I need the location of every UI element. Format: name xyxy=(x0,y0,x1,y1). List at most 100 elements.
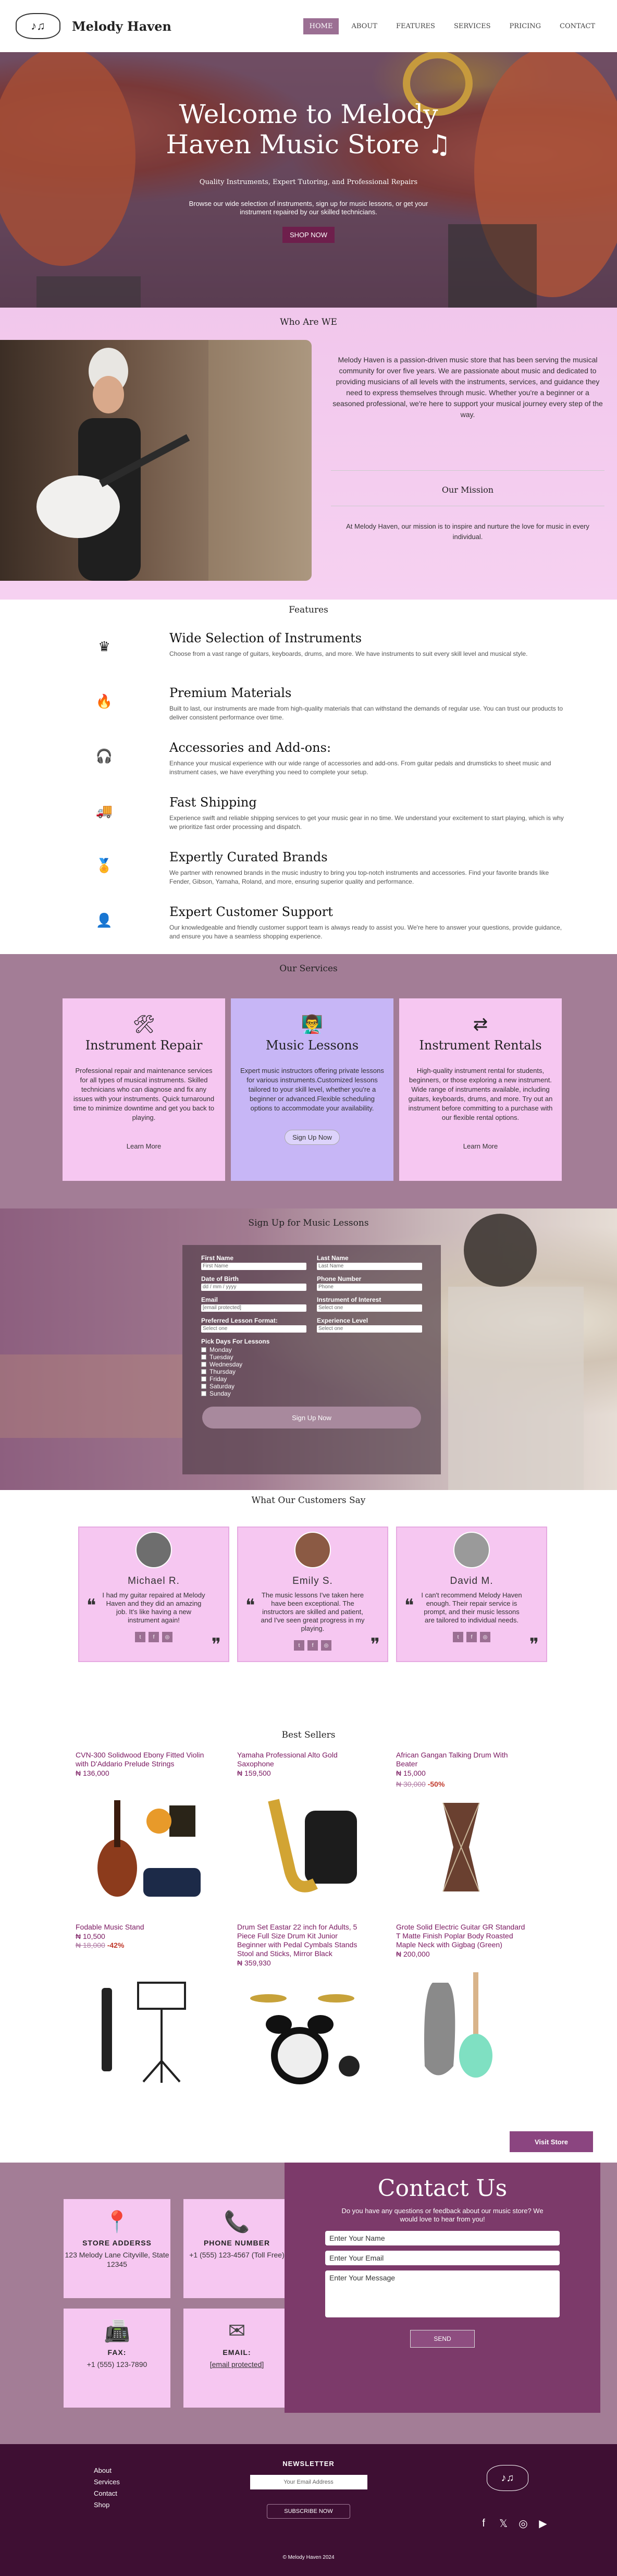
name-input[interactable]: Enter Your Name xyxy=(325,2231,560,2245)
subscribe-button[interactable]: SUBSCRIBE NOW xyxy=(267,2504,350,2519)
brand[interactable]: ♪♫ Melody Haven xyxy=(16,13,171,39)
product-card[interactable]: CVN-300 Solidwood Ebony Fitted Violin wi… xyxy=(76,1751,206,1897)
price-old: ₦ 18,000 xyxy=(76,1941,105,1949)
nav-home[interactable]: HOME xyxy=(303,18,339,34)
feature-text: Choose from a vast range of guitars, key… xyxy=(169,650,528,657)
instagram-icon[interactable]: ◎ xyxy=(517,2517,529,2530)
day-checkbox[interactable] xyxy=(201,1369,206,1374)
feature-title: Expertly Curated Brands xyxy=(169,850,328,864)
lesson-signup-form: First Name First Name Last Name Last Name … xyxy=(182,1245,441,1474)
learn-more-button[interactable]: Learn More xyxy=(119,1139,168,1153)
service-text: High-quality instrument rental for stude… xyxy=(408,1067,553,1121)
visit-store-button[interactable]: Visit Store xyxy=(510,2131,593,2152)
x-twitter-icon[interactable]: 𝕏 xyxy=(497,2517,510,2530)
instagram-icon[interactable]: ◎ xyxy=(480,1632,490,1642)
drum-set-image[interactable] xyxy=(237,1975,367,2095)
social-links: t f ◎ xyxy=(238,1640,387,1651)
level-select[interactable]: Select one xyxy=(317,1325,422,1333)
nav-services[interactable]: SERVICES xyxy=(448,18,497,34)
last-name-input[interactable]: Last Name xyxy=(317,1263,422,1270)
saxophone-image[interactable] xyxy=(237,1787,367,1907)
first-name-label: First Name xyxy=(201,1254,234,1262)
day-checkbox[interactable] xyxy=(201,1347,206,1352)
learn-more-button[interactable]: Learn More xyxy=(456,1139,505,1153)
phone-text[interactable]: +1 (555) 123-4567 (Toll Free) xyxy=(183,2250,290,2260)
testimonial-card: Michael R. ❝ I had my guitar repaired at… xyxy=(78,1527,229,1662)
product-title[interactable]: Grote Solid Electric Guitar GR Standard … xyxy=(396,1923,526,1949)
product-title[interactable]: African Gangan Talking Drum With Beater xyxy=(396,1751,526,1768)
electric-guitar-image[interactable] xyxy=(396,1964,526,2084)
email-input[interactable]: Enter Your Email xyxy=(325,2251,560,2265)
fax-icon: 📠 xyxy=(104,2320,130,2343)
sign-up-button[interactable]: Sign Up Now xyxy=(202,1407,421,1429)
sign-up-now-button[interactable]: Sign Up Now xyxy=(285,1130,340,1145)
product-card[interactable]: Grote Solid Electric Guitar GR Standard … xyxy=(396,1923,526,2078)
instrument-select[interactable]: Select one xyxy=(317,1304,422,1312)
violin-image[interactable] xyxy=(76,1787,206,1907)
talking-drum-image[interactable] xyxy=(396,1787,526,1907)
nav-about[interactable]: ABOUT xyxy=(345,18,383,34)
facebook-icon[interactable]: f xyxy=(149,1632,159,1642)
product-title[interactable]: CVN-300 Solidwood Ebony Fitted Violin wi… xyxy=(76,1751,206,1768)
day-checkbox[interactable] xyxy=(201,1362,206,1367)
teacher-icon: 👨‍🏫 xyxy=(301,1015,324,1034)
footer-social-links: f 𝕏 ◎ ▶ xyxy=(477,2517,549,2530)
day-label: Saturday xyxy=(209,1383,235,1390)
day-checkbox[interactable] xyxy=(201,1391,206,1396)
discount-badge: -42% xyxy=(107,1941,125,1949)
shop-now-button[interactable]: SHOP NOW xyxy=(282,227,335,243)
day-checkbox[interactable] xyxy=(201,1354,206,1360)
user-check-icon: 👤 xyxy=(95,912,113,928)
who-text: Melody Haven is a passion-driven music s… xyxy=(332,356,603,419)
facebook-icon[interactable]: f xyxy=(477,2517,490,2530)
service-title: Instrument Rentals xyxy=(419,1038,542,1053)
twitter-icon[interactable]: t xyxy=(453,1632,463,1642)
message-textarea[interactable]: Enter Your Message xyxy=(325,2270,560,2317)
testimonials-title: What Our Customers Say xyxy=(251,1495,366,1506)
product-price: ₦ 15,000 xyxy=(396,1769,526,1777)
feature-item: ♛ Wide Selection of Instruments Choose f… xyxy=(89,631,563,667)
product-card[interactable]: African Gangan Talking Drum With Beater … xyxy=(396,1751,526,1892)
brand-name[interactable]: Melody Haven xyxy=(72,19,171,34)
phone-label: Phone Number xyxy=(317,1275,362,1283)
email-link[interactable]: [email protected] xyxy=(183,2360,290,2369)
music-logo-icon[interactable]: ♪♫ xyxy=(16,13,60,39)
product-title[interactable]: Yamaha Professional Alto Gold Saxophone xyxy=(237,1751,367,1768)
day-checkbox[interactable] xyxy=(201,1384,206,1389)
email-input[interactable]: [email protected] xyxy=(201,1304,306,1312)
nav-contact[interactable]: CONTACT xyxy=(553,18,601,34)
format-select[interactable]: Select one xyxy=(201,1325,306,1333)
twitter-icon[interactable]: t xyxy=(294,1640,304,1651)
feature-text: Experience swift and reliable shipping s… xyxy=(169,814,564,831)
email-box: ✉ EMAIL: [email protected] xyxy=(183,2309,290,2408)
product-card[interactable]: Drum Set Eastar 22 inch for Adults, 5 Pi… xyxy=(237,1923,367,2084)
social-links: t f ◎ xyxy=(79,1632,228,1642)
send-button[interactable]: SEND xyxy=(410,2330,475,2348)
newsletter-email-input[interactable]: Your Email Address xyxy=(250,2475,367,2489)
product-card[interactable]: Fodable Music Stand ₦ 10,500 ₦ 18,000 -4… xyxy=(76,1923,206,2083)
product-card[interactable]: Yamaha Professional Alto Gold Saxophone … xyxy=(237,1751,367,1893)
product-price-old: ₦ 18,000 -42% xyxy=(76,1941,206,1949)
product-title[interactable]: Drum Set Eastar 22 inch for Adults, 5 Pi… xyxy=(237,1923,367,1958)
feature-text: Built to last, our instruments are made … xyxy=(169,705,563,721)
product-title[interactable]: Fodable Music Stand xyxy=(76,1923,206,1932)
phone-input[interactable]: Phone xyxy=(317,1284,422,1291)
format-label: Preferred Lesson Format: xyxy=(201,1317,278,1324)
day-checkbox[interactable] xyxy=(201,1376,206,1382)
instagram-icon[interactable]: ◎ xyxy=(321,1640,331,1651)
best-sellers-title: Best Sellers xyxy=(281,1730,336,1740)
dob-input[interactable]: dd / mm / yyyy xyxy=(201,1284,306,1291)
twitter-icon[interactable]: t xyxy=(135,1632,145,1642)
facebook-icon[interactable]: f xyxy=(307,1640,318,1651)
footer-logo-icon[interactable]: ♪♫ xyxy=(487,2465,528,2491)
nav-pricing[interactable]: PRICING xyxy=(503,18,548,34)
youtube-icon[interactable]: ▶ xyxy=(537,2517,549,2530)
first-name-input[interactable]: First Name xyxy=(201,1263,306,1270)
facebook-icon[interactable]: f xyxy=(466,1632,477,1642)
music-stand-image[interactable] xyxy=(76,1970,206,2090)
instagram-icon[interactable]: ◎ xyxy=(162,1632,172,1642)
feature-item: 🎧 Accessories and Add-ons: Enhance your … xyxy=(89,740,563,777)
nav-features[interactable]: FEATURES xyxy=(390,18,441,34)
price-current: ₦ 10,500 xyxy=(76,1932,105,1940)
guitarist-illustration xyxy=(36,340,312,581)
